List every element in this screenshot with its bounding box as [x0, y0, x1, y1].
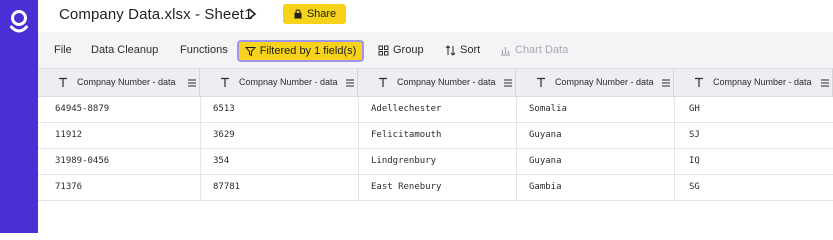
column-menu-icon[interactable]	[346, 79, 354, 87]
column-header-label: Compnay Number - data	[77, 77, 176, 87]
table-cell[interactable]: East Renebury	[371, 175, 441, 200]
table-cell[interactable]: 64945-8879	[55, 97, 109, 122]
document-title: Company Data.xlsx - Sheet1	[59, 6, 253, 23]
sort-button[interactable]: Sort	[445, 44, 480, 56]
column-header[interactable]: Compnay Number - data	[674, 69, 833, 97]
table-cell[interactable]: GH	[689, 97, 700, 122]
column-divider	[358, 97, 359, 201]
column-header[interactable]: Compnay Number - data	[200, 69, 358, 97]
table-cell[interactable]: 354	[213, 149, 229, 174]
column-header[interactable]: Compnay Number - data	[516, 69, 674, 97]
data-grid: Compnay Number - data Compnay Number - d…	[38, 68, 833, 233]
table-cell[interactable]: SJ	[689, 123, 700, 148]
toolbar: File Data Cleanup Functions Filtered by …	[38, 32, 833, 68]
menu-functions[interactable]: Functions	[180, 44, 228, 56]
text-type-icon	[379, 77, 387, 87]
share-button-label: Share	[306, 8, 337, 20]
column-header-row: Compnay Number - data Compnay Number - d…	[38, 68, 833, 97]
column-divider	[516, 97, 517, 201]
left-rail	[0, 0, 38, 233]
table-row[interactable]: 31989-0456 354 Lindgrenbury Guyana IQ	[38, 149, 833, 175]
text-type-icon	[221, 77, 229, 87]
table-row[interactable]: 71376 87781 East Renebury Gambia SG	[38, 175, 833, 201]
text-type-icon	[537, 77, 545, 87]
menu-functions-label: Functions	[180, 44, 228, 56]
group-button[interactable]: Group	[378, 44, 424, 56]
table-cell[interactable]: Gambia	[529, 175, 562, 200]
title-bar: Company Data.xlsx - Sheet1 Share	[38, 0, 833, 32]
column-menu-icon[interactable]	[504, 79, 512, 87]
chart-data-button-label: Chart Data	[515, 44, 569, 56]
table-row[interactable]: 11912 3629 Felicitamouth Guyana SJ	[38, 123, 833, 149]
column-menu-icon[interactable]	[821, 79, 829, 87]
text-type-icon	[59, 77, 67, 87]
group-button-label: Group	[393, 44, 424, 56]
column-header-label: Compnay Number - data	[555, 77, 654, 87]
table-row[interactable]: 64945-8879 6513 Adellechester Somalia GH	[38, 97, 833, 123]
app-logo-icon[interactable]	[8, 8, 30, 36]
table-cell[interactable]: 3629	[213, 123, 235, 148]
column-divider	[200, 97, 201, 201]
bar-chart-icon	[501, 46, 510, 56]
share-button[interactable]: Share	[283, 4, 346, 24]
table-cell[interactable]: IQ	[689, 149, 700, 174]
table-cell[interactable]: Guyana	[529, 123, 562, 148]
column-header[interactable]: Compnay Number - data	[38, 69, 200, 97]
menu-data-cleanup[interactable]: Data Cleanup	[91, 44, 158, 56]
column-menu-icon[interactable]	[662, 79, 670, 87]
menu-data-cleanup-label: Data Cleanup	[91, 44, 159, 56]
column-header[interactable]: Compnay Number - data	[358, 69, 516, 97]
app-window: Company Data.xlsx - Sheet1 Share File Da…	[0, 0, 833, 233]
sort-arrows-icon	[445, 44, 456, 56]
menu-file-label: File	[54, 44, 72, 56]
table-cell[interactable]: 71376	[55, 175, 82, 200]
grid-group-icon	[378, 45, 389, 55]
table-cell[interactable]: 11912	[55, 123, 82, 148]
table-cell[interactable]: 31989-0456	[55, 149, 109, 174]
table-cell[interactable]: Adellechester	[371, 97, 441, 122]
text-type-icon	[695, 77, 703, 87]
sort-button-label: Sort	[460, 44, 481, 56]
menu-file[interactable]: File	[54, 44, 72, 56]
filter-icon	[244, 46, 256, 56]
table-cell[interactable]: 6513	[213, 97, 235, 122]
column-header-label: Compnay Number - data	[397, 77, 496, 87]
table-cell[interactable]: Felicitamouth	[371, 123, 441, 148]
table-cell[interactable]: Somalia	[529, 97, 567, 122]
column-menu-icon[interactable]	[188, 79, 196, 87]
table-cell[interactable]: 87781	[213, 175, 240, 200]
table-cell[interactable]: Guyana	[529, 149, 562, 174]
chevron-right-icon[interactable]	[246, 6, 258, 22]
filter-chip-button[interactable]: Filtered by 1 field(s)	[237, 40, 364, 62]
column-header-label: Compnay Number - data	[239, 77, 338, 87]
chart-data-button[interactable]: Chart Data	[500, 44, 568, 56]
table-cell[interactable]: SG	[689, 175, 700, 200]
column-header-label: Compnay Number - data	[713, 77, 812, 87]
lock-icon	[294, 9, 302, 19]
table-cell[interactable]: Lindgrenbury	[371, 149, 436, 174]
filter-chip-label: Filtered by 1 field(s)	[259, 45, 357, 57]
column-divider	[674, 97, 675, 201]
